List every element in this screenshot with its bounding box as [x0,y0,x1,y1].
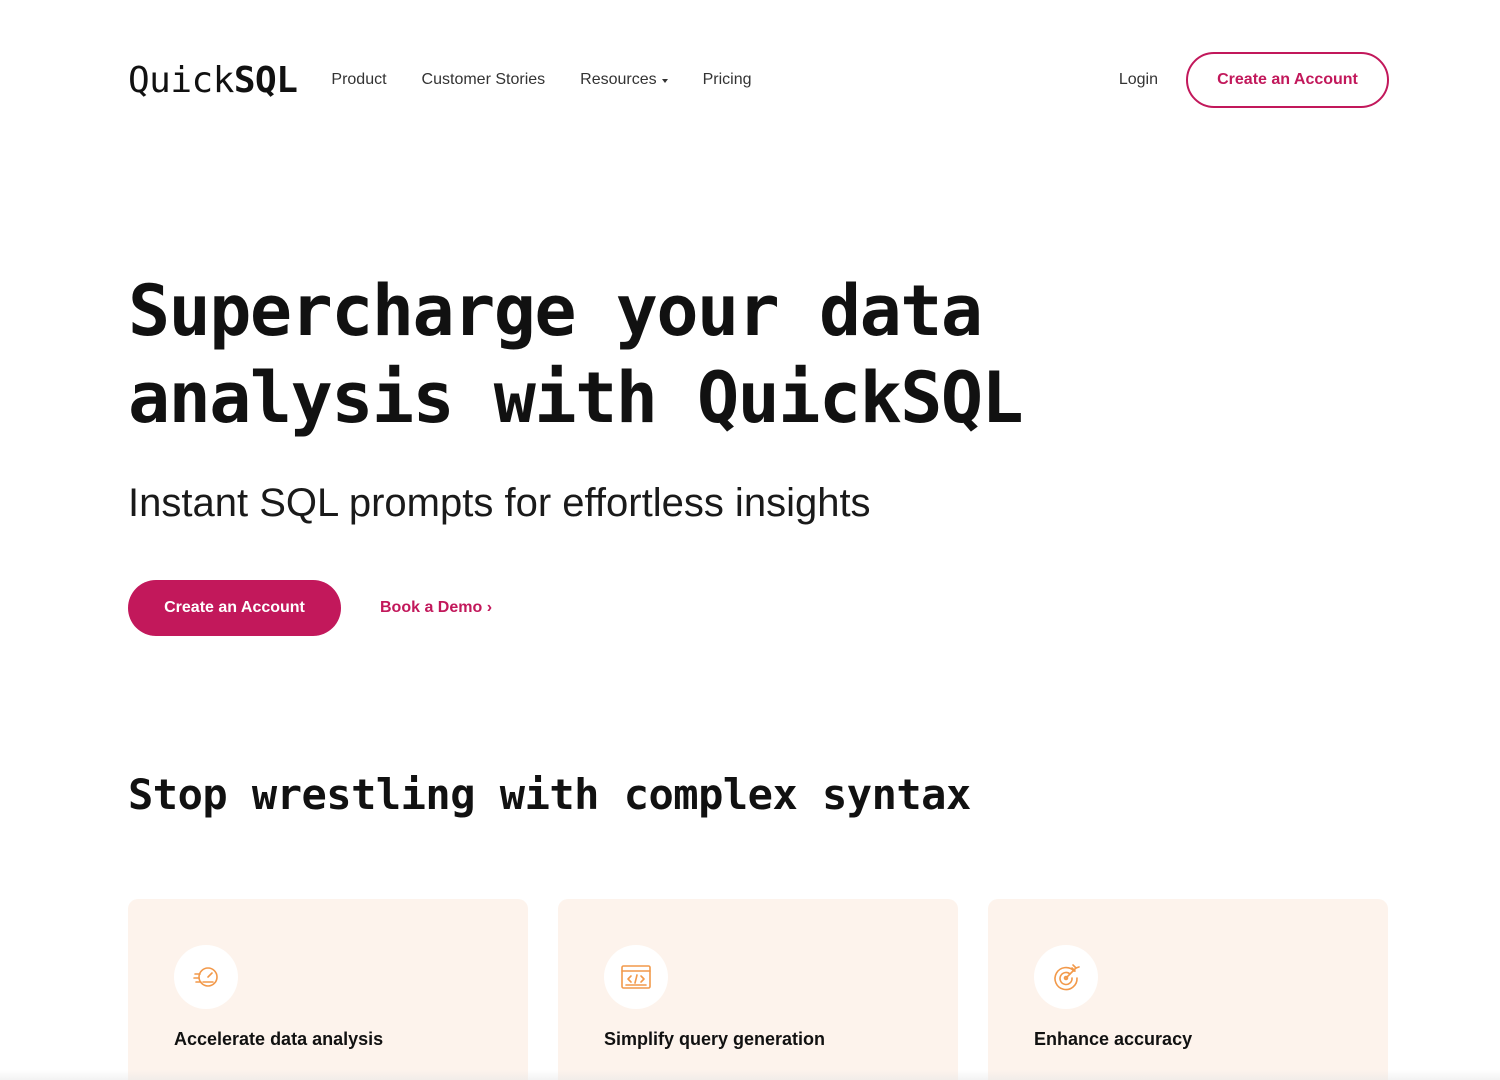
nav-item-resources-label: Resources [580,71,657,88]
logo-text-regular: Quick [128,59,234,101]
nav-item-product[interactable]: Product [331,71,386,89]
feature-card: Accelerate data analysis [128,899,528,1080]
nav-item-resources[interactable]: Resources [580,71,668,89]
feature-card-title: Enhance accuracy [1034,1029,1193,1049]
logo-text-bold: SQL [233,59,298,101]
nav-item-pricing[interactable]: Pricing [703,71,752,89]
header-create-account-button[interactable]: Create an Account [1186,52,1389,108]
target-icon [1034,945,1098,1009]
nav-item-customer-stories[interactable]: Customer Stories [422,71,546,89]
main-nav: Product Customer Stories Resources Prici… [331,71,786,89]
site-header: Quick SQL Product Customer Stories Resour… [128,52,1389,108]
feature-card-title: Simplify query generation [604,1029,826,1049]
hero-section: Supercharge your data analysis with Quic… [128,268,1228,636]
landing-page: Quick SQL Product Customer Stories Resour… [0,0,1500,1080]
login-link[interactable]: Login [1119,71,1158,89]
feature-card-title: Accelerate data analysis [174,1029,384,1049]
hero-title: Supercharge your data analysis with Quic… [128,268,1228,442]
feature-card: Enhance accuracy [988,899,1388,1080]
hero-actions: Create an Account Book a Demo › [128,580,1228,636]
feature-cards: Accelerate data analysis Simplify query … [128,899,1388,1080]
speedometer-icon [174,945,238,1009]
logo[interactable]: Quick SQL [128,59,298,101]
code-window-icon [604,945,668,1009]
book-demo-link[interactable]: Book a Demo › [380,599,492,617]
features-heading: Stop wrestling with complex syntax [128,770,971,819]
feature-card: Simplify query generation [558,899,958,1080]
hero-create-account-button[interactable]: Create an Account [128,580,341,636]
hero-subtitle: Instant SQL prompts for effortless insig… [128,481,871,525]
caret-down-icon [661,79,668,83]
hero-title-line-1: Supercharge your data [128,270,983,352]
hero-title-line-2: analysis with QuickSQL [128,357,1024,439]
header-actions: Login Create an Account [1119,52,1389,108]
bottom-fade [0,1070,1500,1080]
